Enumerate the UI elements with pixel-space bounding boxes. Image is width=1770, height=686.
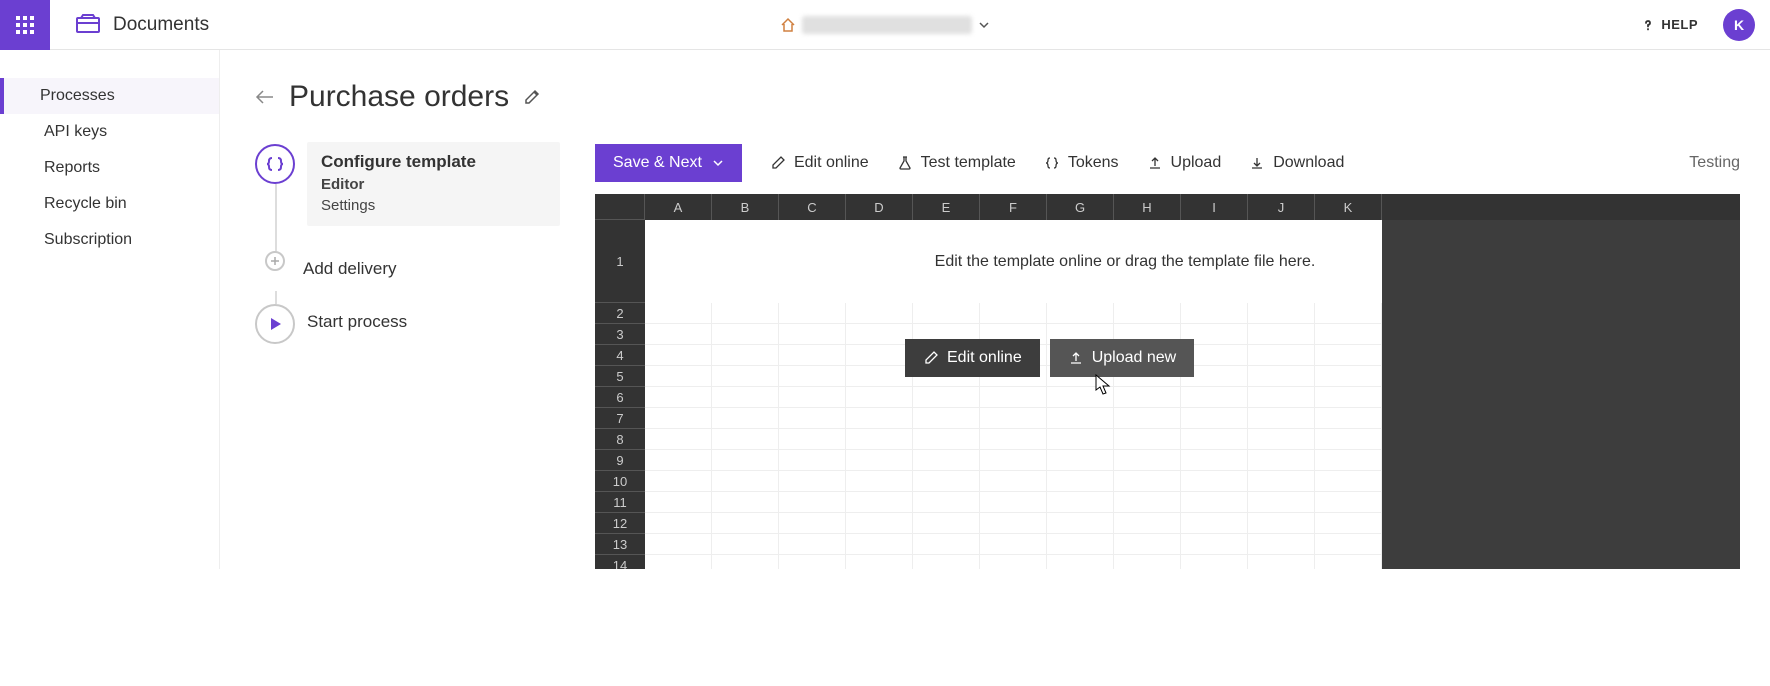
row-header: 7	[595, 408, 645, 429]
step-add-delivery[interactable]: Add delivery	[297, 251, 560, 279]
column-header: C	[779, 194, 846, 220]
row-header: 13	[595, 534, 645, 555]
plus-icon	[269, 255, 281, 267]
chevron-down-icon	[978, 19, 990, 31]
column-header: E	[913, 194, 980, 220]
row-header: 1	[595, 220, 645, 303]
row-header: 3	[595, 324, 645, 345]
section-label[interactable]: Documents	[113, 14, 209, 36]
account-selector[interactable]	[780, 16, 990, 34]
apps-launcher-button[interactable]	[0, 0, 50, 50]
row-header: 12	[595, 513, 645, 534]
testing-tab[interactable]: Testing	[1689, 154, 1740, 172]
sidebar-item-reports[interactable]: Reports	[0, 150, 219, 186]
column-header: H	[1114, 194, 1181, 220]
step-configure-card[interactable]: Configure template Editor Settings	[307, 142, 560, 226]
column-header: J	[1248, 194, 1315, 220]
row-header: 2	[595, 303, 645, 324]
row-header: 9	[595, 450, 645, 471]
home-icon	[780, 17, 796, 33]
braces-icon	[1044, 155, 1060, 171]
spreadsheet-preview: ABCDEFGHIJK 1234567891011121314 Edit the…	[595, 194, 1740, 569]
sheet-dark-area	[1382, 220, 1740, 569]
upload-button[interactable]: Upload	[1147, 154, 1222, 172]
step-configure-icon[interactable]	[255, 144, 295, 184]
row-header: 6	[595, 387, 645, 408]
flask-icon	[897, 155, 913, 171]
column-header: G	[1047, 194, 1114, 220]
mouse-cursor	[1095, 374, 1113, 396]
row-headers: 1234567891011121314	[595, 220, 645, 569]
account-email-blurred	[802, 16, 972, 34]
sidebar-item-subscription[interactable]: Subscription	[0, 222, 219, 258]
column-header: A	[645, 194, 712, 220]
column-header: F	[980, 194, 1047, 220]
sidebar-nav: Processes API keys Reports Recycle bin S…	[0, 50, 220, 569]
row-header: 14	[595, 555, 645, 569]
help-link[interactable]: HELP	[1641, 17, 1698, 32]
step-start-process-icon[interactable]	[255, 304, 295, 344]
user-avatar[interactable]: K	[1723, 9, 1755, 41]
step-editor-link[interactable]: Editor	[321, 176, 546, 193]
step-settings-link[interactable]: Settings	[321, 197, 546, 214]
upload-icon	[1147, 155, 1163, 171]
save-next-button[interactable]: Save & Next	[595, 144, 742, 182]
apps-grid-icon	[16, 16, 34, 34]
column-header: K	[1315, 194, 1382, 220]
sheet-corner	[595, 194, 645, 220]
download-icon	[1249, 155, 1265, 171]
documents-icon	[75, 14, 101, 36]
row-header: 11	[595, 492, 645, 513]
step-configure-title: Configure template	[321, 152, 546, 172]
download-button[interactable]: Download	[1249, 154, 1344, 172]
column-header: B	[712, 194, 779, 220]
test-template-button[interactable]: Test template	[897, 154, 1016, 172]
braces-icon	[265, 154, 285, 174]
column-headers: ABCDEFGHIJK	[645, 194, 1740, 220]
edit-online-button[interactable]: Edit online	[770, 154, 869, 172]
chevron-down-icon	[712, 157, 724, 169]
step-add-delivery-icon[interactable]	[265, 251, 285, 271]
row-header: 10	[595, 471, 645, 492]
overlay-edit-online-button[interactable]: Edit online	[905, 339, 1040, 377]
edit-icon	[923, 350, 939, 366]
row-header: 5	[595, 366, 645, 387]
step-start-process[interactable]: Start process	[307, 304, 560, 332]
sidebar-item-processes[interactable]: Processes	[0, 78, 219, 114]
column-header: I	[1181, 194, 1248, 220]
help-icon	[1641, 18, 1655, 32]
edit-title-button[interactable]	[523, 88, 541, 106]
row-header: 4	[595, 345, 645, 366]
edit-icon	[770, 155, 786, 171]
page-title: Purchase orders	[289, 80, 509, 114]
sidebar-item-api-keys[interactable]: API keys	[0, 114, 219, 150]
overlay-upload-new-button[interactable]: Upload new	[1050, 339, 1195, 377]
tokens-button[interactable]: Tokens	[1044, 154, 1119, 172]
sidebar-item-recycle-bin[interactable]: Recycle bin	[0, 186, 219, 222]
column-header: D	[846, 194, 913, 220]
upload-icon	[1068, 350, 1084, 366]
back-button[interactable]	[255, 89, 275, 105]
play-icon	[267, 316, 283, 332]
row-header: 8	[595, 429, 645, 450]
